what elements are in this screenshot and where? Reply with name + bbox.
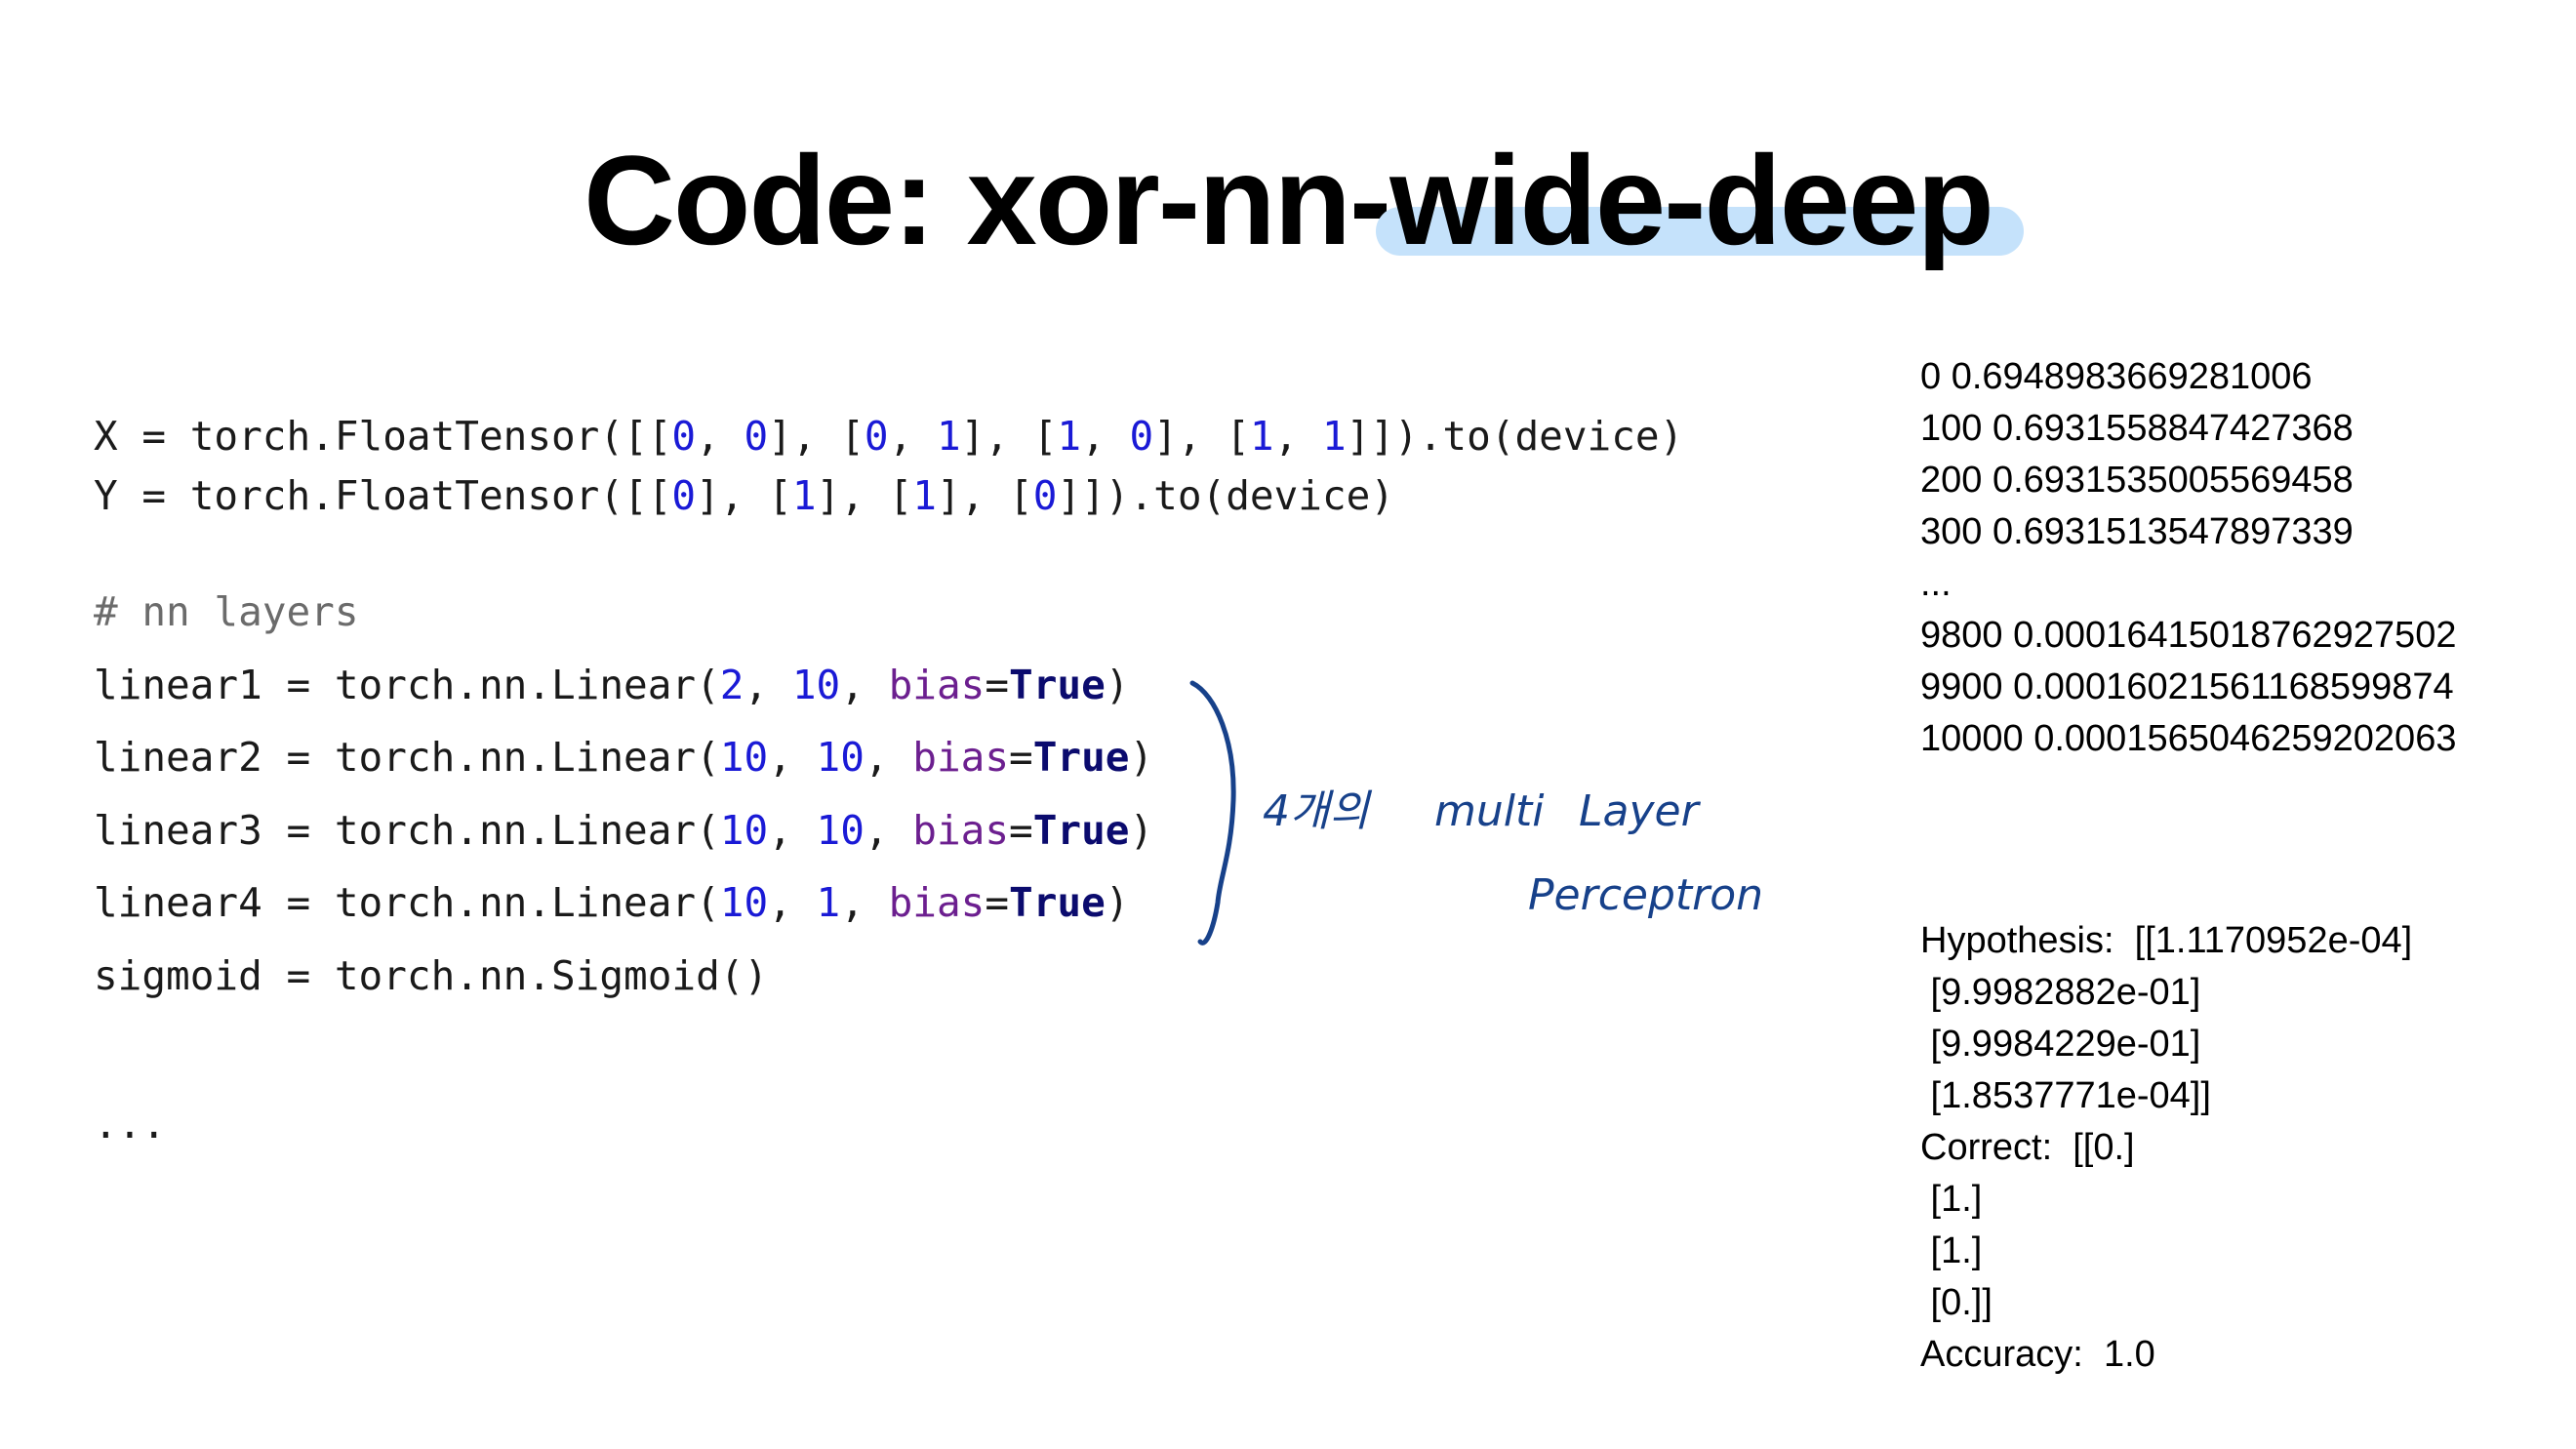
code-line-x: X = torch.FloatTensor([[0, 0], [0, 1], [… bbox=[94, 407, 1683, 465]
title-highlight: wide-deep bbox=[1389, 129, 1994, 271]
code-text: , bbox=[768, 734, 817, 781]
code-line-linear2: linear2 = torch.nn.Linear(10, 10, bias=T… bbox=[94, 728, 1153, 786]
loss-line: 0 0.6948983669281006 bbox=[1920, 356, 2313, 397]
code-true: True bbox=[1009, 662, 1106, 708]
code-keyword: bias bbox=[912, 807, 1010, 854]
result-line: [1.] bbox=[1920, 1179, 1983, 1220]
loss-line: 10000 0.0001565046259202063 bbox=[1920, 718, 2457, 759]
code-line-linear4: linear4 = torch.nn.Linear(10, 1, bias=Tr… bbox=[94, 873, 1129, 932]
loss-line: 9900 0.00016021561168599874 bbox=[1920, 666, 2454, 707]
code-number: 0 bbox=[864, 413, 889, 460]
code-number: 1 bbox=[936, 413, 961, 460]
result-line: [1.8537771e-04]] bbox=[1920, 1075, 2211, 1116]
code-true: True bbox=[1009, 879, 1106, 926]
code-number: 0 bbox=[671, 472, 697, 519]
result-line: [1.] bbox=[1920, 1230, 1983, 1271]
result-line: [9.9982882e-01] bbox=[1920, 972, 2201, 1013]
code-text: X = torch.FloatTensor([[ bbox=[94, 413, 672, 460]
code-number: 0 bbox=[744, 413, 769, 460]
code-text: ) bbox=[1129, 734, 1154, 781]
code-number: 0 bbox=[1129, 413, 1154, 460]
code-text: , bbox=[696, 413, 745, 460]
code-number: 10 bbox=[719, 807, 769, 854]
code-text: ) bbox=[1105, 879, 1130, 926]
loss-line: 200 0.6931535005569458 bbox=[1920, 460, 2354, 501]
code-text: ], [ bbox=[768, 413, 865, 460]
code-number: 1 bbox=[816, 879, 841, 926]
code-number: 1 bbox=[1057, 413, 1082, 460]
annotation-perceptron: Perceptron bbox=[1528, 870, 1763, 920]
code-number: 10 bbox=[816, 734, 865, 781]
code-number: 1 bbox=[791, 472, 817, 519]
annotation-korean: 4개의 bbox=[1263, 786, 1372, 836]
code-number: 2 bbox=[719, 662, 745, 708]
result-line: [0.]] bbox=[1920, 1282, 1992, 1323]
code-block: X = torch.FloatTensor([[0, 0], [0, 1], [… bbox=[94, 0, 1683, 1220]
code-text: ], [ bbox=[696, 472, 792, 519]
result-line: Accuracy: 1.0 bbox=[1920, 1334, 2155, 1375]
code-text: , bbox=[840, 879, 889, 926]
code-text: = bbox=[1009, 734, 1033, 781]
code-keyword: bias bbox=[912, 734, 1010, 781]
loss-line: 100 0.6931558847427368 bbox=[1920, 408, 2354, 449]
annotation-multi: multi bbox=[1434, 786, 1545, 836]
code-text: = bbox=[985, 879, 1010, 926]
code-text: Y = torch.FloatTensor([[ bbox=[94, 472, 672, 519]
code-keyword: bias bbox=[888, 662, 986, 708]
loss-line: 9800 0.00016415018762927502 bbox=[1920, 615, 2457, 656]
code-number: 10 bbox=[816, 807, 865, 854]
code-true: True bbox=[1032, 807, 1130, 854]
code-text: linear3 = torch.nn.Linear( bbox=[94, 807, 720, 854]
code-text: , bbox=[864, 807, 913, 854]
code-text: , bbox=[888, 413, 937, 460]
code-number: 10 bbox=[719, 879, 769, 926]
code-text: , bbox=[768, 807, 817, 854]
code-true: True bbox=[1032, 734, 1130, 781]
code-keyword: bias bbox=[888, 879, 986, 926]
code-text: ]]).to(device) bbox=[1346, 413, 1684, 460]
code-text: , bbox=[840, 662, 889, 708]
code-number: 10 bbox=[791, 662, 841, 708]
code-comment: # nn layers bbox=[94, 588, 359, 635]
code-text: ) bbox=[1129, 807, 1154, 854]
code-text: ], [ bbox=[936, 472, 1033, 519]
code-text: ], [ bbox=[1153, 413, 1250, 460]
loss-line: 300 0.6931513547897339 bbox=[1920, 511, 2354, 552]
code-line-linear1: linear1 = torch.nn.Linear(2, 10, bias=Tr… bbox=[94, 656, 1129, 714]
code-number: 1 bbox=[1249, 413, 1274, 460]
code-text: , bbox=[1081, 413, 1130, 460]
code-number: 1 bbox=[912, 472, 937, 519]
annotation-layer: Layer bbox=[1579, 786, 1702, 836]
code-text: = bbox=[985, 662, 1010, 708]
code-number: 0 bbox=[671, 413, 697, 460]
code-text: , bbox=[744, 662, 792, 708]
code-number: 10 bbox=[719, 734, 769, 781]
code-number: 0 bbox=[1032, 472, 1058, 519]
code-line-y: Y = torch.FloatTensor([[0], [1], [1], [0… bbox=[94, 466, 1394, 525]
code-text: linear4 = torch.nn.Linear( bbox=[94, 879, 720, 926]
code-text: , bbox=[768, 879, 817, 926]
code-text: ) bbox=[1105, 662, 1130, 708]
code-text: = bbox=[1009, 807, 1033, 854]
code-text: ], [ bbox=[816, 472, 913, 519]
result-line: Hypothesis: [[1.1170952e-04] bbox=[1920, 920, 2413, 961]
loss-line: ... bbox=[1920, 563, 1952, 604]
result-line: Correct: [[0.] bbox=[1920, 1127, 2135, 1168]
code-text: linear1 = torch.nn.Linear( bbox=[94, 662, 720, 708]
code-text: , bbox=[1273, 413, 1322, 460]
code-text: ], [ bbox=[960, 413, 1058, 460]
code-text: linear2 = torch.nn.Linear( bbox=[94, 734, 720, 781]
code-line-linear3: linear3 = torch.nn.Linear(10, 10, bias=T… bbox=[94, 801, 1153, 860]
code-text: , bbox=[864, 734, 913, 781]
code-number: 1 bbox=[1321, 413, 1347, 460]
result-line: [9.9984229e-01] bbox=[1920, 1024, 2201, 1065]
code-ellipsis: ... bbox=[94, 1101, 167, 1147]
code-text: ]]).to(device) bbox=[1057, 472, 1394, 519]
code-line-sigmoid: sigmoid = torch.nn.Sigmoid() bbox=[94, 952, 769, 999]
